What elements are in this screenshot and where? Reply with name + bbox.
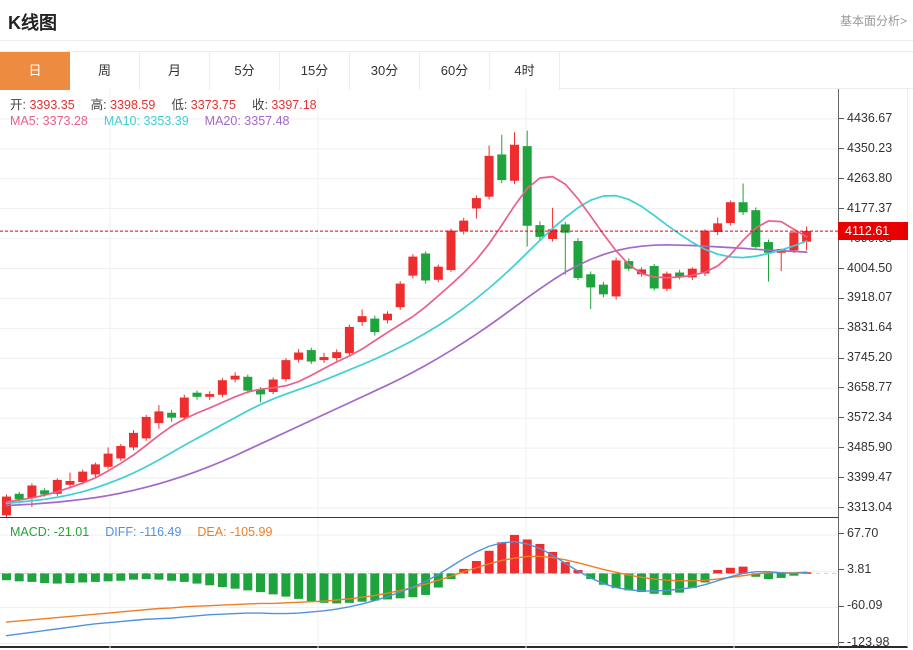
header-divider [0,40,913,41]
tab-interval-0[interactable]: 日 [0,52,70,90]
macd-tick-2: -60.09 [839,598,882,612]
price-tick-7: 3831.64 [839,320,892,334]
price-tick-11: 3485.90 [839,440,892,454]
price-tick-6: 3918.07 [839,290,892,304]
price-tick-5: 4004.50 [839,261,892,275]
candlestick-chart[interactable] [0,89,838,517]
ohlc-item-1: 高: 3398.59 [90,98,156,112]
tab-interval-1[interactable]: 周 [70,52,140,90]
price-tick-8: 3745.20 [839,350,892,364]
tab-interval-5[interactable]: 30分 [350,52,420,90]
current-price-badge: 4112.61 [838,222,908,241]
ma-legend: MA5: 3373.28 MA10: 3353.39 MA20: 3357.48 [10,114,305,128]
price-tick-2: 4263.80 [839,171,892,185]
ma-item-0: MA5: 3373.28 [10,114,88,128]
price-tick-3: 4177.37 [839,201,892,215]
tab-interval-4[interactable]: 15分 [280,52,350,90]
price-tick-1: 4350.23 [839,141,892,155]
macd-tick-1: 3.81 [839,562,871,576]
tab-interval-6[interactable]: 60分 [420,52,490,90]
header: K线图 基本面分析> [0,0,913,41]
page-title: K线图 [8,13,57,33]
ma-item-1: MA10: 3353.39 [103,114,189,128]
interval-tabbar: 日周月 5分 15分 30分 60分 4时 [0,51,913,90]
price-tick-9: 3658.77 [839,380,892,394]
macd-legend: MACD: -21.01 DIFF: -116.49 DEA: -105.99 [10,525,288,539]
fundamental-analysis-link[interactable]: 基本面分析> [840,12,907,29]
ohlc-item-3: 收: 3397.18 [251,98,317,112]
price-axis: 4436.674350.234263.804177.374090.934004.… [838,89,908,649]
ma-item-2: MA20: 3357.48 [204,114,290,128]
price-tick-13: 3313.04 [839,500,892,514]
macd-item-0: MACD: -21.01 [10,525,90,539]
chart-area: 开: 3393.35 高: 3398.59 低: 3373.75 收: 3397.18… [0,89,908,649]
ohlc-item-0: 开: 3393.35 [10,98,75,112]
macd-item-1: DIFF: -116.49 [105,525,182,539]
tab-interval-7[interactable]: 4时 [490,52,560,90]
ohlc-item-2: 低: 3373.75 [171,98,236,112]
candlestick-pane[interactable] [0,89,838,517]
macd-tick-0: 67.70 [839,526,878,540]
ohlc-legend: 开: 3393.35 高: 3398.59 低: 3373.75 收: 3397.18 [10,94,333,113]
macd-tick-3: -123.98 [839,635,889,649]
price-tick-12: 3399.47 [839,470,892,484]
macd-item-2: DEA: -105.99 [197,525,273,539]
price-tick-10: 3572.34 [839,410,892,424]
tab-interval-2[interactable]: 月 [140,52,210,90]
tab-interval-3[interactable]: 5分 [210,52,280,90]
price-tick-0: 4436.67 [839,111,892,125]
